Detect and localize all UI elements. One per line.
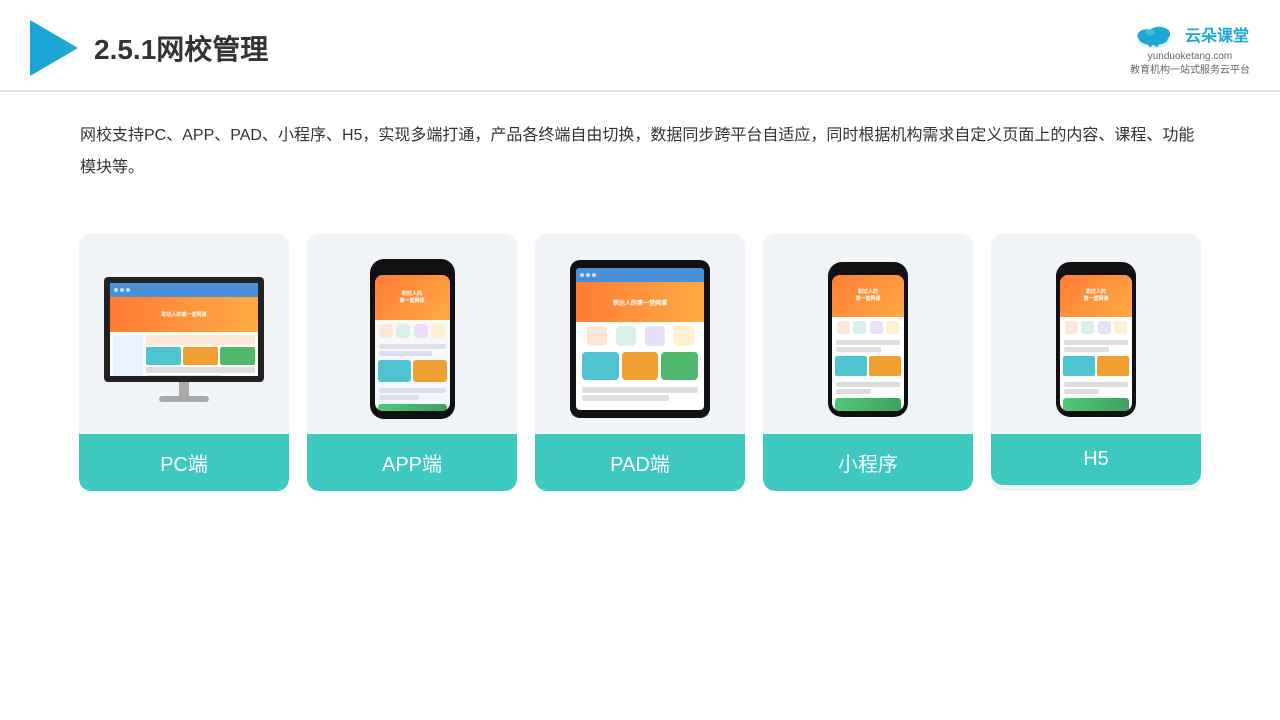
logo-name: 云朵课堂 [1185, 22, 1249, 46]
phone-body: 职达人的第一堂网课 [370, 259, 455, 419]
phone-mini-mockup-1: 职达人的第一堂网课 [828, 262, 908, 417]
pad-mockup: 职达人的第一堂网课 [570, 260, 710, 418]
pad-body: 职达人的第一堂网课 [570, 260, 710, 418]
card-pc: 职达人的第一堂网课 [79, 234, 289, 491]
header: 2.5.1网校管理 云朵课堂 yunduoketang.com 教育机构一站式服… [0, 0, 1280, 92]
card-app-image: 职达人的第一堂网课 [307, 234, 517, 434]
logo-subtitle-line1: 教育机构一站式服务云平台 [1130, 64, 1250, 78]
phone-mini-mockup-2: 职达人的第一堂网课 [1056, 262, 1136, 417]
logo-subtitle: yunduoketang.com 教育机构一站式服务云平台 [1130, 50, 1250, 78]
cloud-icon [1131, 18, 1179, 50]
card-pc-image: 职达人的第一堂网课 [79, 234, 289, 434]
card-pad: 职达人的第一堂网课 [535, 234, 745, 491]
card-app-label: APP端 [307, 434, 517, 491]
card-h5-label: H5 [991, 434, 1201, 485]
phone-mini-screen-1: 职达人的第一堂网课 [832, 275, 904, 411]
logo-url: yunduoketang.com [1130, 50, 1250, 64]
phone-mini-screen-2: 职达人的第一堂网课 [1060, 275, 1132, 411]
monitor-screen: 职达人的第一堂网课 [104, 277, 264, 382]
monitor-mockup: 职达人的第一堂网课 [104, 277, 264, 402]
card-miniapp-image: 职达人的第一堂网课 [763, 234, 973, 434]
page-title: 2.5.1网校管理 [94, 28, 268, 68]
cards-container: 职达人的第一堂网课 [0, 214, 1280, 511]
cloud-logo: 云朵课堂 [1131, 18, 1249, 50]
description-text: 网校支持PC、APP、PAD、小程序、H5，实现多端打通，产品各终端自由切换，数… [0, 92, 1280, 204]
pad-screen: 职达人的第一堂网课 [576, 268, 704, 410]
card-pad-label: PAD端 [535, 434, 745, 491]
card-miniapp: 职达人的第一堂网课 [763, 234, 973, 491]
phone-screen: 职达人的第一堂网课 [375, 275, 450, 411]
header-right: 云朵课堂 yunduoketang.com 教育机构一站式服务云平台 [1130, 18, 1250, 78]
card-pad-image: 职达人的第一堂网课 [535, 234, 745, 434]
header-left: 2.5.1网校管理 [30, 20, 268, 76]
phone-mockup: 职达人的第一堂网课 [370, 259, 455, 419]
card-miniapp-label: 小程序 [763, 434, 973, 491]
card-pc-label: PC端 [79, 434, 289, 491]
logo-triangle-icon [30, 20, 78, 76]
card-h5: 职达人的第一堂网课 [991, 234, 1201, 491]
card-app: 职达人的第一堂网课 [307, 234, 517, 491]
card-h5-image: 职达人的第一堂网课 [991, 234, 1201, 434]
